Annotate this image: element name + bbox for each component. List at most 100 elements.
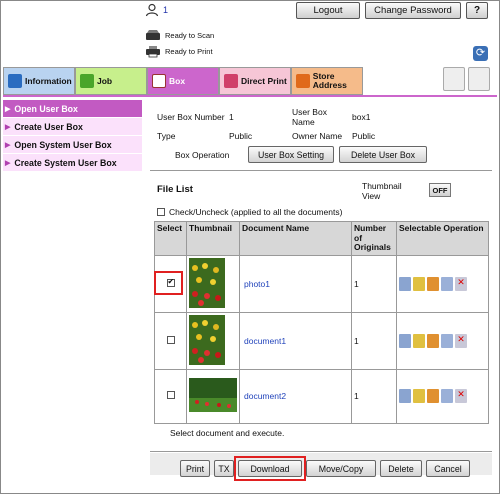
refresh-icon[interactable]: ⟳: [473, 46, 488, 61]
tab-information[interactable]: Information: [3, 67, 75, 95]
edit-icon[interactable]: [413, 276, 425, 291]
cancel-button[interactable]: Cancel: [426, 460, 470, 477]
divider: [150, 451, 492, 452]
user-info: 1: [145, 3, 168, 17]
box-icon: [152, 74, 166, 88]
sidebar-item-create-user-box[interactable]: ▶ Create User Box: [3, 118, 142, 136]
copy-icon[interactable]: [441, 389, 453, 403]
document-name-link[interactable]: photo1: [239, 254, 352, 313]
sidebar-item-label: Open System User Box: [14, 139, 112, 150]
thumbnail-photo1[interactable]: [189, 257, 225, 308]
owner-value: Public: [352, 131, 376, 141]
divider: [150, 170, 492, 171]
doc-icon[interactable]: [399, 276, 411, 291]
move-copy-button[interactable]: Move/Copy: [306, 460, 376, 477]
column-header: Document Name: [239, 221, 352, 256]
machine-icon[interactable]: [443, 67, 465, 91]
help-button[interactable]: ?: [466, 2, 488, 19]
check-all[interactable]: Check/Uncheck (applied to all the docume…: [157, 207, 342, 217]
delete-user-box-button[interactable]: Delete User Box: [339, 146, 427, 163]
settings-icon[interactable]: [468, 67, 490, 91]
arrow-right-icon: ▶: [5, 141, 11, 149]
sidebar-item-create-system-user-box[interactable]: ▶ Create System User Box: [3, 154, 142, 172]
doc-icon[interactable]: [399, 333, 411, 348]
row-operations: ✕: [399, 276, 486, 291]
download-highlight: [234, 456, 306, 481]
file-table: Select Thumbnail Document Name Number of…: [154, 221, 489, 424]
column-header: Select: [154, 221, 187, 256]
printer-icon: [146, 46, 160, 58]
logout-button[interactable]: Logout: [296, 2, 360, 19]
box-number-label: User Box Number: [157, 112, 225, 122]
sidebar-item-open-system-user-box[interactable]: ▶ Open System User Box: [3, 136, 142, 154]
tab-box-label: Box: [169, 76, 186, 86]
scanner-icon: [146, 30, 160, 40]
user-icon: [145, 3, 159, 17]
tx-button[interactable]: TX: [214, 460, 234, 477]
arrow-right-icon: ▶: [5, 159, 11, 167]
scan-status: Ready to Scan: [145, 29, 214, 41]
delete-icon[interactable]: ✕: [455, 333, 467, 348]
info-icon: [8, 74, 22, 88]
tab-direct-print[interactable]: Direct Print: [219, 67, 291, 95]
document-name-link[interactable]: document1: [239, 311, 352, 370]
selected-highlight: [154, 271, 183, 295]
delete-button[interactable]: Delete: [380, 460, 422, 477]
originals-count: 1: [351, 311, 397, 370]
sidebar: ▶ Open User Box ▶ Create User Box ▶ Open…: [3, 100, 142, 172]
tab-job[interactable]: Job: [75, 67, 147, 95]
thumbnail-document1[interactable]: [189, 314, 225, 365]
originals-count: 1: [351, 254, 397, 313]
delete-icon[interactable]: ✕: [455, 276, 467, 291]
check-all-label: Check/Uncheck (applied to all the docume…: [169, 207, 343, 217]
check-all-checkbox[interactable]: [157, 208, 165, 216]
column-header: Thumbnail: [186, 221, 240, 256]
file-list-title: File List: [157, 184, 193, 195]
send-icon[interactable]: [427, 276, 439, 291]
box-name-label: User Box Name: [292, 107, 327, 127]
row-checkbox[interactable]: [166, 335, 175, 344]
table-row: document1 1 ✕: [154, 311, 489, 370]
copy-icon[interactable]: [441, 333, 453, 348]
change-password-button[interactable]: Change Password: [365, 2, 461, 19]
thumbnail-view-toggle[interactable]: OFF: [429, 183, 451, 197]
copy-icon[interactable]: [441, 276, 453, 291]
user-box-setting-button[interactable]: User Box Setting: [248, 146, 334, 163]
print-button[interactable]: Print: [180, 460, 210, 477]
sidebar-item-label: Create System User Box: [14, 157, 117, 168]
delete-icon[interactable]: ✕: [455, 389, 467, 403]
table-row: photo1 1 ✕: [154, 254, 489, 313]
document-name-link[interactable]: document2: [239, 368, 352, 424]
send-icon[interactable]: [427, 389, 439, 403]
user-count[interactable]: 1: [163, 5, 168, 15]
edit-icon[interactable]: [413, 389, 425, 403]
sidebar-item-label: Create User Box: [14, 121, 83, 132]
tab-information-label: Information: [25, 76, 72, 86]
row-checkbox[interactable]: [166, 391, 175, 399]
row-operations: ✕: [399, 389, 486, 403]
print-status-text: Ready to Print: [165, 47, 213, 56]
thumbnail-view-label: Thumbnail View: [362, 181, 402, 201]
owner-label: Owner Name: [292, 131, 343, 141]
instruction-text: Select document and execute.: [170, 428, 285, 438]
send-icon[interactable]: [427, 333, 439, 348]
scan-status-text: Ready to Scan: [165, 30, 215, 40]
type-label: Type: [157, 131, 176, 141]
sidebar-item-open-user-box[interactable]: ▶ Open User Box: [3, 100, 142, 118]
tab-box[interactable]: Box: [147, 67, 219, 95]
edit-icon[interactable]: [413, 333, 425, 348]
print-status: Ready to Print: [145, 45, 213, 58]
box-name-value: box1: [352, 112, 371, 122]
tab-rule: [3, 95, 497, 97]
address-icon: [296, 74, 310, 88]
tab-job-label: Job: [97, 76, 113, 86]
type-value: Public: [229, 131, 253, 141]
doc-icon[interactable]: [399, 389, 411, 403]
column-header: Number of Originals: [351, 221, 397, 256]
thumbnail-document2[interactable]: [189, 378, 237, 412]
tab-direct-print-label: Direct Print: [241, 76, 287, 86]
tab-store-address-label: Store Address: [312, 71, 347, 90]
box-number-value: 1: [229, 112, 234, 122]
tab-store-address[interactable]: Store Address: [291, 67, 363, 95]
row-operations: ✕: [399, 333, 486, 348]
